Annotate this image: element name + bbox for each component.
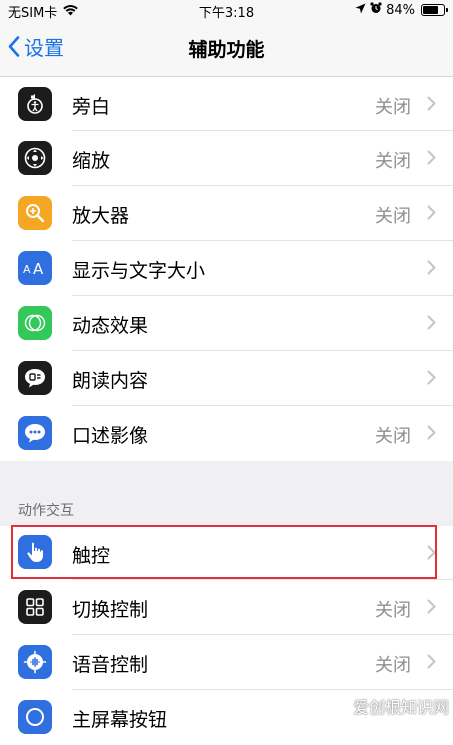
status-bar: 无SIM卡 下午3:18 84% [0, 0, 453, 21]
nav-bar: 设置 辅助功能 [0, 20, 453, 77]
page-title: 辅助功能 [188, 39, 265, 61]
voiceover-value: 关闭 [375, 97, 411, 118]
location-arrow-icon [355, 3, 366, 18]
chevron-right-icon [427, 370, 436, 385]
spoken-content-label: 朗读内容 [72, 370, 149, 392]
switch-control-label: 切换控制 [72, 599, 149, 621]
svg-text:A: A [33, 260, 44, 277]
list-item-zoom[interactable]: 缩放 关闭 [0, 131, 453, 186]
watermark: 爱创根知识网 [352, 698, 449, 717]
vision-group: 旁白 关闭 缩放 关闭 放大器 关闭 A A 显示与文字大小 动态效果 朗读内容… [0, 77, 453, 461]
chevron-right-icon [427, 599, 436, 614]
voiceover-label: 旁白 [72, 96, 111, 118]
home-button-label: 主屏幕按钮 [72, 709, 168, 731]
alarm-icon [370, 2, 382, 18]
audio-description-value: 关闭 [375, 426, 411, 447]
zoom-icon [18, 141, 52, 175]
zoom-value: 关闭 [375, 151, 411, 172]
home-button-icon [18, 700, 52, 734]
battery-icon [421, 4, 448, 16]
chevron-right-icon [427, 654, 436, 669]
audio-description-label: 口述影像 [72, 425, 149, 447]
magnifier-value: 关闭 [375, 206, 411, 227]
motion-icon [18, 306, 52, 340]
list-item-voice-control[interactable]: 语音控制 关闭 [0, 635, 453, 690]
magnifier-icon [18, 196, 52, 230]
voice-control-icon [18, 645, 52, 679]
voice-control-value: 关闭 [375, 655, 411, 676]
list-item-display-text-size[interactable]: A A 显示与文字大小 [0, 241, 453, 296]
audio-description-icon [18, 416, 52, 450]
switch-control-icon [18, 590, 52, 624]
display-text-size-label: 显示与文字大小 [72, 260, 206, 282]
battery-percent: 84% [386, 2, 415, 18]
motion-label: 动态效果 [72, 315, 149, 337]
chevron-right-icon [427, 150, 436, 165]
list-item-voiceover[interactable]: 旁白 关闭 [0, 77, 453, 131]
chevron-right-icon [427, 315, 436, 330]
list-item-spoken-content[interactable]: 朗读内容 [0, 351, 453, 406]
touch-icon [18, 535, 52, 569]
chevron-right-icon [427, 96, 436, 111]
voice-control-label: 语音控制 [72, 654, 149, 676]
list-item-touch[interactable]: 触控 [0, 526, 453, 580]
chevron-right-icon [427, 260, 436, 275]
zoom-label: 缩放 [72, 150, 111, 172]
section-header-interaction: 动作交互 [18, 503, 74, 519]
svg-text:A: A [23, 263, 31, 276]
chevron-right-icon [427, 425, 436, 440]
touch-label: 触控 [72, 545, 111, 567]
list-item-audio-description[interactable]: 口述影像 关闭 [0, 406, 453, 461]
voiceover-icon [18, 87, 52, 121]
list-item-switch-control[interactable]: 切换控制 关闭 [0, 580, 453, 635]
list-item-motion[interactable]: 动态效果 [0, 296, 453, 351]
list-item-magnifier[interactable]: 放大器 关闭 [0, 186, 453, 241]
switch-control-value: 关闭 [375, 600, 411, 621]
chevron-right-icon [427, 205, 436, 220]
magnifier-label: 放大器 [72, 205, 130, 227]
chevron-right-icon [427, 545, 436, 560]
status-right: 84% [355, 2, 448, 18]
spoken-content-icon [18, 361, 52, 395]
text-size-icon: A A [18, 251, 52, 285]
